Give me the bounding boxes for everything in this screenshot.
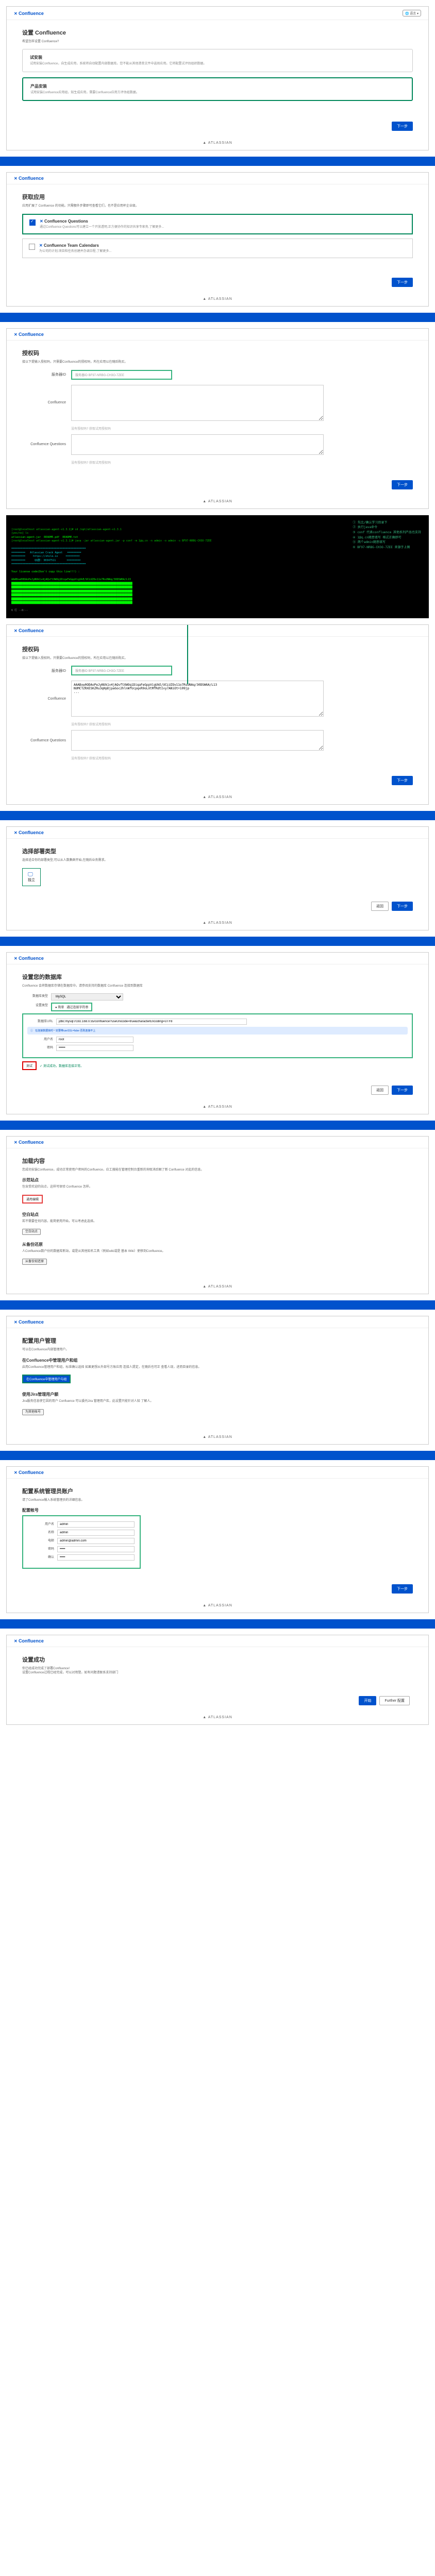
- next-button[interactable]: 下一步: [392, 1584, 413, 1594]
- admin-confirm[interactable]: [57, 1554, 135, 1561]
- restore-button[interactable]: 从备份如还原: [22, 1259, 47, 1265]
- trial-install-option[interactable]: 试安装 试用安装Confluence，自生成应用，系统将自动配置内部数据库。您不…: [22, 49, 413, 72]
- server-icon: 🖵: [28, 872, 33, 877]
- info-callout: ⓘ在连接数据库时一定要带useSSL=false 否则连接不上: [27, 1027, 408, 1035]
- test-connection-button[interactable]: 测试: [22, 1061, 37, 1070]
- db-user-input[interactable]: [56, 1037, 133, 1043]
- database-panel: Confluence 设置您的数据库 Confluence 会将数据库存储在数据…: [6, 952, 429, 1114]
- demo-site-button[interactable]: 通用编辑: [22, 1195, 43, 1204]
- next-button[interactable]: 下一步: [392, 776, 413, 785]
- server-id-field: 服务器ID BF97-NRBG-CH3O-7ZEE: [71, 370, 172, 380]
- setup-panel: Confluence 🌐 语言 ▾ 设置 Confluence 希望怎样设置 C…: [6, 6, 429, 150]
- confluence-questions-addon[interactable]: ✕ Confluence Questions 通过Confluence Ques…: [22, 214, 413, 234]
- questions-license-input[interactable]: [71, 434, 324, 455]
- confluence-license-filled[interactable]: AAABxw0ODAoPeJyNUk1v4jAQvftXWOq1DiqaFeGp…: [71, 681, 324, 717]
- empty-site-button[interactable]: 空白站点: [22, 1229, 41, 1235]
- standalone-option[interactable]: 🖵 独立: [22, 868, 41, 886]
- further-config-button[interactable]: Further 配置: [379, 1696, 410, 1705]
- admin-account-panel: Confluence 配置系统管理员账户 请了Confluence输入系统管理员…: [6, 1466, 429, 1613]
- calendars-checkbox[interactable]: [29, 244, 35, 250]
- atlassian-brand: ATLASSIAN: [7, 136, 428, 150]
- jira-manage-button[interactable]: 为其他帐号: [22, 1409, 44, 1415]
- next-button[interactable]: 下一步: [392, 1086, 413, 1095]
- page-title: 设置 Confluence: [22, 28, 413, 37]
- next-button[interactable]: 下一步: [392, 902, 413, 911]
- admin-password[interactable]: [57, 1546, 135, 1552]
- manage-in-confluence-button[interactable]: 在Confluence中管理用户与组: [22, 1375, 71, 1383]
- load-content-panel: Confluence 加载内容 您成功安装Confluence，成功正常使用户密…: [6, 1136, 429, 1295]
- confluence-license-input[interactable]: [71, 385, 324, 421]
- db-type-select[interactable]: MySQL: [51, 993, 123, 1001]
- deployment-panel: Confluence 选择部署类型 选择适合你的部署类型,可以从人数集群开始,在…: [6, 826, 429, 930]
- back-button[interactable]: 返回: [371, 902, 389, 911]
- next-button[interactable]: 下一步: [392, 278, 413, 287]
- admin-name[interactable]: [57, 1530, 135, 1536]
- team-calendars-addon[interactable]: ✕ Confluence Team Calendars 为公司的计划,项目和任务…: [22, 239, 413, 258]
- admin-username[interactable]: [57, 1521, 135, 1528]
- admin-email[interactable]: [57, 1538, 135, 1544]
- next-button[interactable]: 下一步: [392, 122, 413, 131]
- license-panel: Confluence 授权码 接以下提输入授权码，只需要Confluence的授…: [6, 328, 429, 509]
- language-button[interactable]: 🌐 语言 ▾: [403, 10, 421, 16]
- terminal-output: ① 先比/确认学习目录下 ② 执行java命令 ③ conf 代表conflue…: [6, 515, 429, 618]
- db-password-input[interactable]: [56, 1045, 133, 1051]
- back-button[interactable]: 返回: [371, 1086, 389, 1095]
- info-icon: ⓘ: [30, 1029, 33, 1032]
- confluence-logo: Confluence: [14, 11, 44, 16]
- db-connection-section: 数据库URL ⓘ在连接数据库时一定要带useSSL=false 否则连接不上 用…: [22, 1013, 413, 1058]
- db-url-input[interactable]: [56, 1019, 247, 1025]
- success-icon: ✓: [40, 1065, 42, 1068]
- user-mgmt-panel: Confluence 配置用户管理 可以在Confluence内部管理用户。 在…: [6, 1316, 429, 1444]
- admin-form: 用户名 名称 电邮 密码 确认: [22, 1515, 141, 1569]
- arrow-line: [187, 625, 188, 684]
- production-install-option[interactable]: 产品安装 试用安装Confluence应用组，知生成应用，需要Confluenc…: [22, 77, 413, 101]
- license-panel-filled: Confluence 授权码 接以下提输入授权码，只需要Confluence的授…: [6, 624, 429, 805]
- next-button[interactable]: 下一步: [392, 480, 413, 489]
- start-button[interactable]: 开始: [359, 1696, 376, 1705]
- questions-checkbox[interactable]: [29, 219, 36, 226]
- addons-panel: Confluence 获取应用 应用扩展了 Confluence 的功能。只需额…: [6, 172, 429, 307]
- success-panel: Confluence 设置成功 你已经成功完成了部署Confluence! 设置…: [6, 1635, 429, 1725]
